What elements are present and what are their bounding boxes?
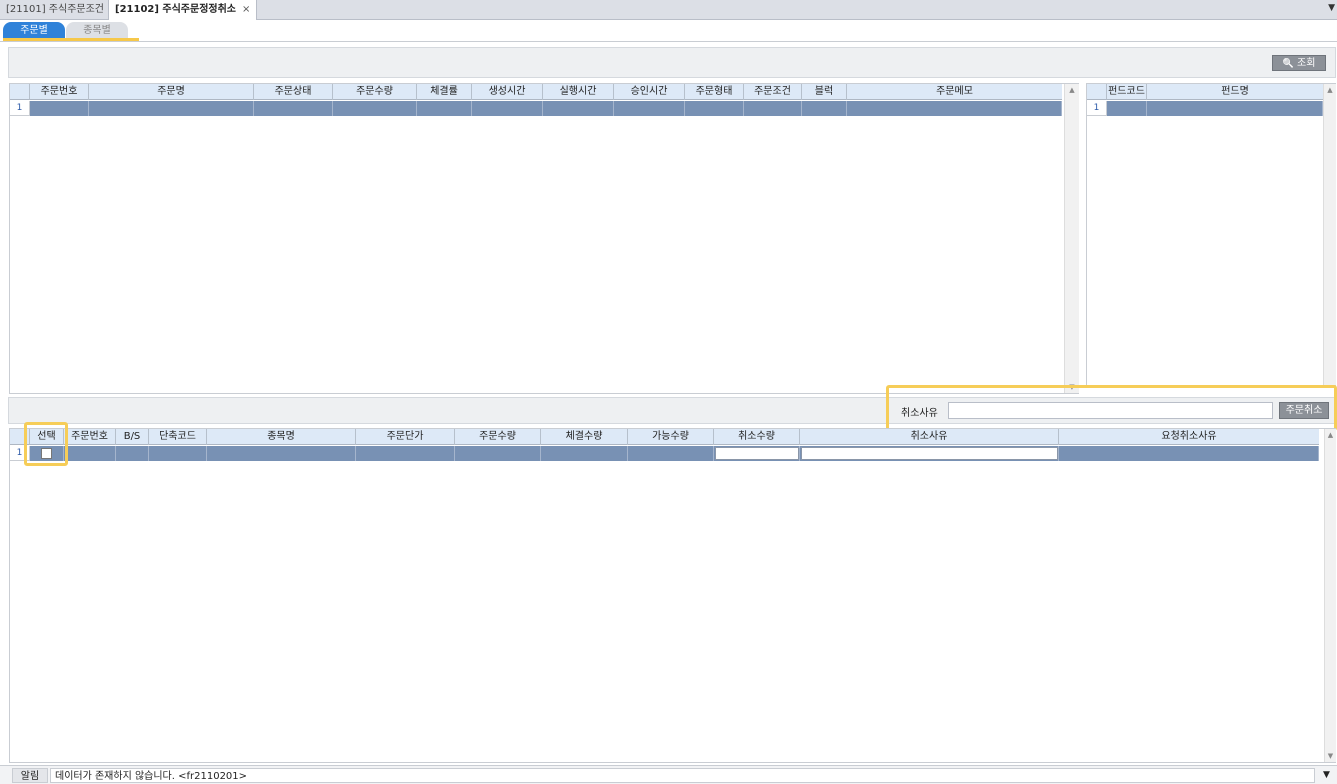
status-bar: 알림 데이터가 존재하지 않습니다. <fr2110201> ▼ (0, 765, 1337, 784)
table-row[interactable] (30, 101, 1062, 116)
tab-divider (0, 41, 1337, 42)
scroll-up-icon[interactable]: ▲ (1324, 86, 1336, 94)
row-number-header (10, 84, 30, 100)
cancel-reason-input[interactable] (948, 402, 1273, 419)
col-cancel-qty[interactable]: 취소수량 (714, 429, 800, 445)
order-grid-header: 주문번호 주문명 주문상태 주문수량 체결률 생성시간 실행시간 승인시간 주문… (10, 84, 1062, 100)
tab-list-dropdown-icon[interactable]: ▼ (1328, 3, 1335, 13)
col-created-time[interactable]: 생성시간 (472, 84, 543, 100)
scroll-up-icon[interactable]: ▲ (1325, 431, 1336, 439)
tab-by-order[interactable]: 주문별 (3, 22, 65, 39)
doc-tab-label: [21102] 주식주문정정취소 (115, 4, 237, 15)
col-cancel-reason[interactable]: 취소사유 (800, 429, 1059, 445)
col-order-no[interactable]: 주문번호 (30, 84, 89, 100)
doc-tab-label: [21101] 주식주문조건 (6, 4, 104, 15)
order-cancel-button[interactable]: 주문취소 (1279, 402, 1329, 419)
col-buy-sell[interactable]: B/S (116, 429, 149, 445)
fund-grid: 펀드코드 펀드명 1 ▲ (1086, 83, 1336, 386)
scroll-up-icon[interactable]: ▲ (1065, 86, 1079, 94)
col-fund-name[interactable]: 펀드명 (1147, 84, 1323, 100)
col-block[interactable]: 블럭 (802, 84, 847, 100)
search-button-label: 조회 (1297, 58, 1316, 69)
col-order-qty[interactable]: 주문수량 (455, 429, 541, 445)
col-executed-time[interactable]: 실행시간 (543, 84, 614, 100)
search-button[interactable]: 🔍 조회 (1272, 55, 1326, 71)
order-grid-scrollbar[interactable]: ▲ ▼ (1064, 84, 1079, 393)
col-approved-time[interactable]: 승인시간 (614, 84, 685, 100)
table-row[interactable] (1107, 101, 1323, 116)
status-message: 데이터가 존재하지 않습니다. <fr2110201> (50, 768, 1315, 783)
col-item-name[interactable]: 종목명 (207, 429, 356, 445)
col-order-qty[interactable]: 주문수량 (333, 84, 417, 100)
doc-tab-21102[interactable]: [21102] 주식주문정정취소 × (108, 0, 258, 20)
detail-grid-header: 선택 주문번호 B/S 단축코드 종목명 주문단가 주문수량 체결수량 가능수량… (10, 429, 1319, 445)
scroll-down-icon[interactable]: ▼ (1325, 752, 1336, 760)
col-filled-qty[interactable]: 체결수량 (541, 429, 628, 445)
col-order-status[interactable]: 주문상태 (254, 84, 333, 100)
col-fill-rate[interactable]: 체결률 (417, 84, 472, 100)
document-tab-bar: [21101] 주식주문조건 [21102] 주식주문정정취소 × ▼ (0, 0, 1337, 20)
doc-tab-21101[interactable]: [21101] 주식주문조건 (0, 0, 110, 20)
col-fund-code[interactable]: 펀드코드 (1107, 84, 1147, 100)
search-icon: 🔍 (1282, 59, 1294, 69)
detail-grid: 선택 주문번호 B/S 단축코드 종목명 주문단가 주문수량 체결수량 가능수량… (9, 428, 1336, 763)
status-dropdown-icon[interactable]: ▼ (1318, 768, 1335, 783)
col-available-qty[interactable]: 가능수량 (628, 429, 714, 445)
fund-grid-header: 펀드코드 펀드명 (1087, 84, 1323, 100)
cancel-reason-cell-input[interactable] (801, 447, 1058, 460)
order-grid: 주문번호 주문명 주문상태 주문수량 체결률 생성시간 실행시간 승인시간 주문… (9, 83, 1079, 394)
col-order-condition[interactable]: 주문조건 (744, 84, 802, 100)
col-order-memo[interactable]: 주문메모 (847, 84, 1062, 100)
alert-label: 알림 (12, 768, 48, 783)
select-column-highlight-box (24, 422, 68, 466)
close-icon[interactable]: × (242, 4, 250, 15)
fund-grid-scrollbar[interactable]: ▲ (1323, 84, 1336, 385)
tab-by-item[interactable]: 종목별 (66, 22, 128, 39)
row-number-header (1087, 84, 1107, 100)
col-order-no[interactable]: 주문번호 (64, 429, 116, 445)
row-number: 1 (1087, 101, 1107, 116)
cancel-reason-label: 취소사유 (901, 408, 938, 419)
col-short-code[interactable]: 단축코드 (149, 429, 207, 445)
table-row[interactable] (30, 446, 1319, 461)
cancel-qty-input[interactable] (715, 447, 799, 460)
col-order-price[interactable]: 주문단가 (356, 429, 455, 445)
col-requested-cancel-reason[interactable]: 요청취소사유 (1059, 429, 1319, 445)
col-order-name[interactable]: 주문명 (89, 84, 254, 100)
detail-grid-scrollbar[interactable]: ▲ ▼ (1324, 429, 1336, 762)
col-order-type[interactable]: 주문형태 (685, 84, 744, 100)
row-number: 1 (10, 101, 30, 116)
search-toolbar: 🔍 조회 (8, 47, 1336, 78)
